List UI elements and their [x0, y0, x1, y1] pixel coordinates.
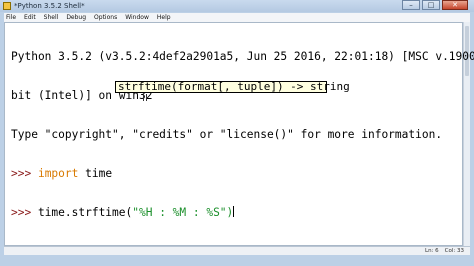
title-bar[interactable]: *Python 3.5.2 Shell* – □ ✕ — [0, 0, 474, 12]
menu-file[interactable]: File — [6, 13, 16, 22]
input-line-current[interactable]: >>> time.strftime("%H : %M : %S") — [11, 206, 474, 219]
format-string: "%H : %M : %S") — [132, 206, 234, 219]
window-bottom-frame — [0, 255, 474, 266]
maximize-button[interactable]: □ — [422, 0, 440, 10]
banner-line: Python 3.5.2 (v3.5.2:4def2a2901a5, Jun 2… — [11, 50, 474, 63]
menu-options[interactable]: Options — [94, 13, 117, 22]
i-beam-cursor-icon — [143, 94, 147, 101]
idle-shell-window: *Python 3.5.2 Shell* – □ ✕ File Edit She… — [0, 0, 474, 266]
call-code: time.strftime( — [37, 206, 133, 219]
menu-help[interactable]: Help — [157, 13, 171, 22]
menu-debug[interactable]: Debug — [66, 13, 86, 22]
menu-shell[interactable]: Shell — [44, 13, 59, 22]
shell-prompt: >>> — [11, 167, 38, 180]
minimize-button[interactable]: – — [402, 0, 420, 10]
menu-edit[interactable]: Edit — [24, 13, 36, 22]
keyword-import: import — [37, 167, 79, 180]
shell-prompt: >>> — [11, 206, 38, 219]
text-caret — [233, 206, 235, 217]
input-line-import: >>> import time — [11, 167, 474, 180]
status-line: Ln: 6 — [425, 248, 439, 254]
status-col: Col: 33 — [444, 248, 464, 254]
menu-window[interactable]: Window — [125, 13, 149, 22]
calltip-tooltip: strftime(format[, tuple]) -> string — [115, 81, 350, 93]
import-module: time — [78, 167, 113, 180]
python-app-icon — [3, 2, 11, 10]
banner-line: Type "copyright", "credits" or "license(… — [11, 128, 443, 141]
close-button[interactable]: ✕ — [442, 0, 468, 10]
window-title: *Python 3.5.2 Shell* — [14, 2, 85, 10]
window-controls: – □ ✕ — [402, 0, 468, 12]
shell-output: Python 3.5.2 (v3.5.2:4def2a2901a5, Jun 2… — [11, 24, 474, 245]
menu-bar: File Edit Shell Debug Options Window Hel… — [4, 13, 470, 22]
status-bar: Ln: 6 Col: 33 — [4, 246, 470, 255]
